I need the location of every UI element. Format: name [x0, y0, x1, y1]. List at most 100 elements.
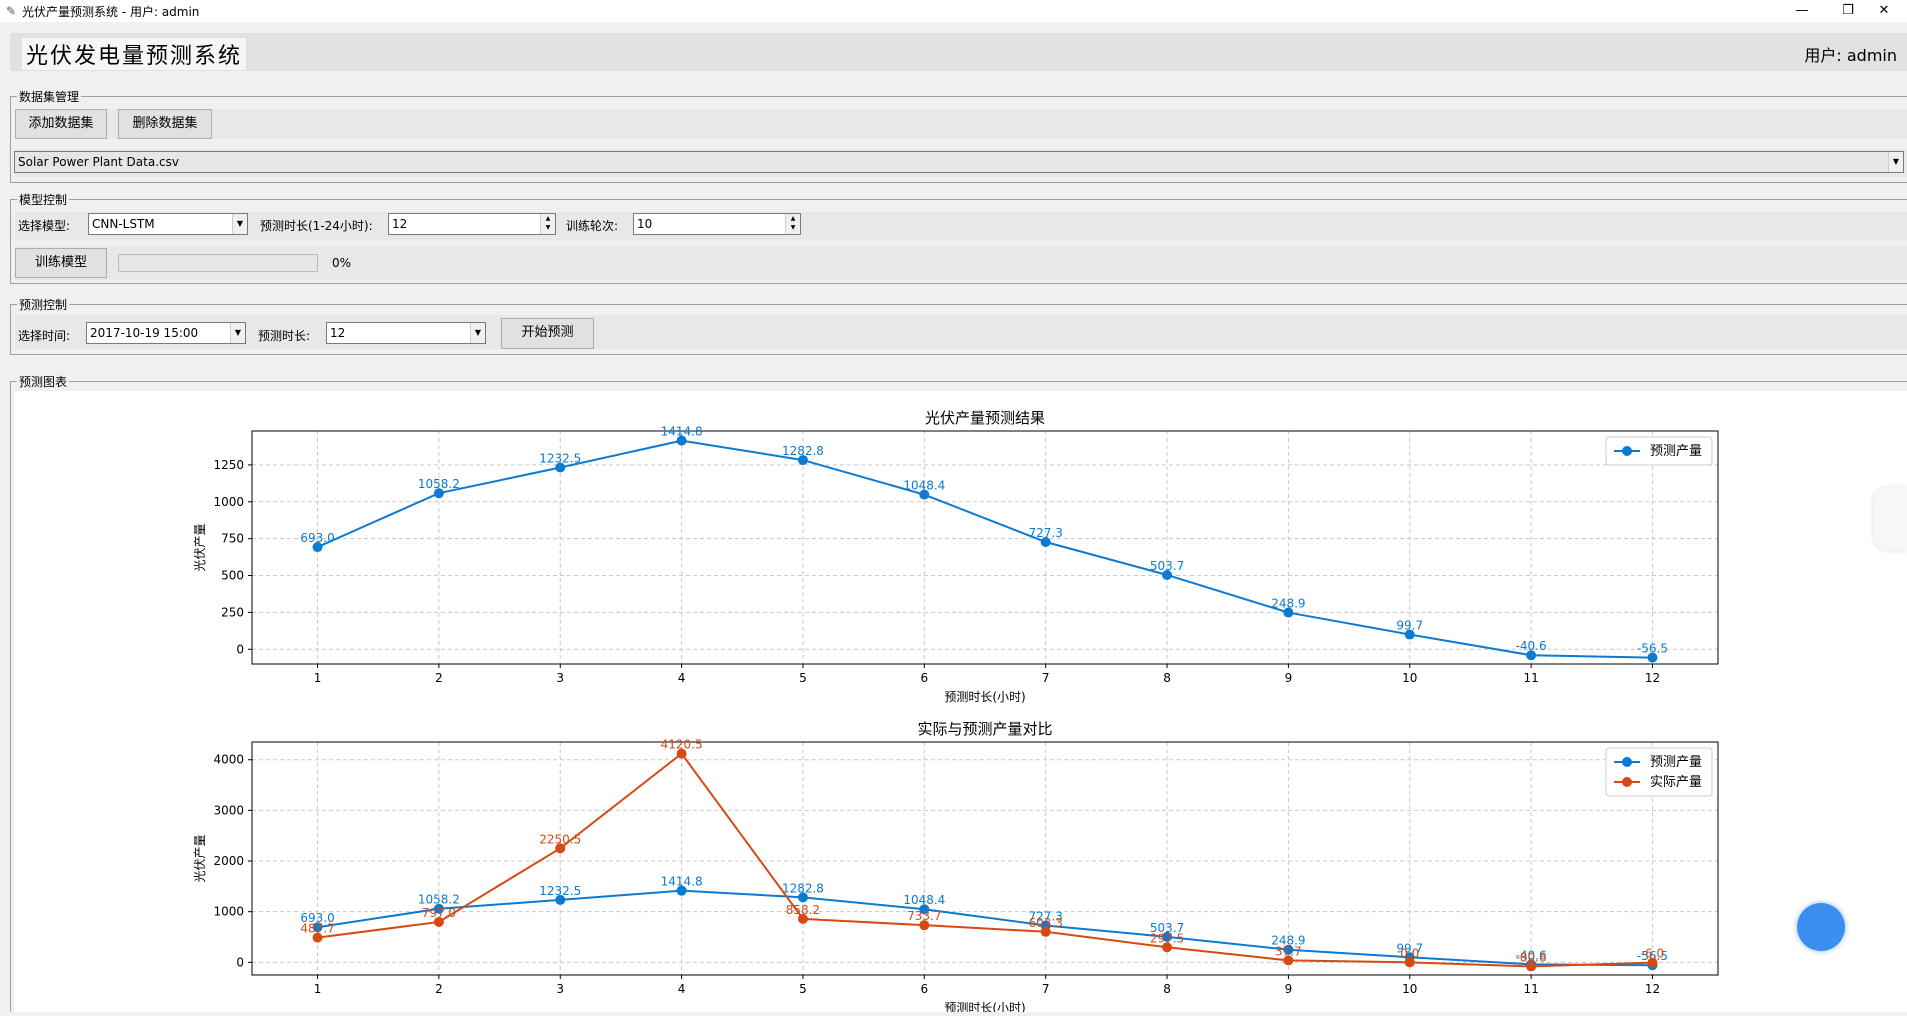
x-tick-label: 10 [1402, 671, 1417, 685]
x-axis-label: 预测时长(小时) [944, 1001, 1025, 1012]
app-header: 光伏发电量预测系统 用户: admin [10, 33, 1907, 71]
minimize-button[interactable]: — [1779, 0, 1825, 22]
data-label: 1414.8 [661, 875, 703, 889]
plot-frame [251, 741, 1719, 976]
x-tick-label: 11 [1523, 671, 1538, 685]
data-label: 503.7 [1150, 559, 1184, 573]
data-label: 297.5 [1150, 931, 1184, 945]
x-tick-label: 10 [1402, 982, 1417, 996]
x-tick-label: 11 [1523, 982, 1538, 996]
chart-title: 光伏产量预测结果 [925, 409, 1045, 427]
data-label: 4120.5 [661, 738, 703, 752]
x-tick-label: 7 [1042, 982, 1050, 996]
model-select[interactable]: CNN-LSTM ▼ [88, 213, 248, 235]
predict-group-label: 预测控制 [17, 296, 70, 313]
app-title: 光伏发电量预测系统 [22, 38, 247, 70]
data-label: -6.0 [1641, 947, 1664, 961]
dataset-group-label: 数据集管理 [17, 88, 82, 105]
x-tick-label: 5 [799, 982, 807, 996]
data-label: 1232.5 [539, 884, 581, 898]
x-tick-label: 9 [1285, 671, 1293, 685]
time-select-value: 2017-10-19 15:00 [90, 326, 199, 340]
data-label: 99.7 [1396, 619, 1423, 633]
charts-svg: 光伏产量预测结果1 2 3 4 5 6 7 8 9 10 11 1202505007501000125… [193, 409, 1719, 1015]
y-axis-label: 光伏产量 [193, 834, 207, 882]
dropdown-arrow-icon[interactable]: ▼ [1888, 152, 1903, 172]
y-tick-label: 3000 [213, 803, 244, 817]
data-label: 1282.8 [782, 444, 824, 458]
chart-canvas: 光伏产量预测结果 1 2 3 4 5 6 7 8 9 10 11 12 0 250 500 750 1000 125… [14, 391, 1907, 1015]
series-line [317, 752, 1653, 968]
plot-frame [251, 430, 1719, 665]
y-tick-label: 750 [221, 532, 244, 546]
epochs-spinbox[interactable]: 10 ▲ ▼ [633, 213, 801, 235]
x-tick-label: 4 [678, 982, 686, 996]
predict-horizon-value: 12 [330, 326, 346, 340]
progress-text: 0% [332, 256, 352, 270]
legend-label: 实际产量 [1650, 775, 1702, 790]
close-button[interactable]: ✕ [1861, 0, 1907, 22]
predict-horizon-label: 预测时长: [258, 329, 311, 343]
x-tick-label: 2 [435, 982, 443, 996]
spin-arrows-icon[interactable]: ▲ ▼ [540, 214, 555, 234]
data-label: 727.3 [1028, 526, 1062, 540]
feather-icon: ✎ [6, 4, 17, 18]
x-tick-label: 2 [435, 671, 443, 685]
dropdown-arrow-icon[interactable]: ▼ [232, 214, 247, 234]
y-tick-label: 1250 [213, 458, 244, 472]
floating-assistant-widget[interactable] [1873, 487, 1907, 551]
data-label: 1058.2 [418, 893, 460, 907]
dropdown-arrow-icon[interactable]: ▼ [230, 323, 245, 343]
data-label: 487.7 [300, 922, 334, 936]
model-group-label: 模型控制 [17, 191, 70, 208]
y-axis-label: 光伏产量 [193, 523, 207, 571]
floating-action-button[interactable] [1797, 903, 1845, 951]
x-tick-label: 8 [1163, 671, 1171, 685]
x-tick-label: 1 [314, 982, 322, 996]
chart-2: 实际与预测产量对比1 2 3 4 5 6 7 8 9 10 11 120100020003000400… [193, 720, 1719, 1015]
legend-label: 预测产量 [1650, 755, 1702, 770]
delete-dataset-button[interactable]: 删除数据集 [118, 109, 212, 139]
spin-arrows-icon[interactable]: ▲ ▼ [785, 214, 800, 234]
select-model-label: 选择模型: [18, 219, 71, 233]
add-dataset-button[interactable]: 添加数据集 [15, 109, 107, 139]
data-label: 603.3 [1028, 916, 1062, 930]
data-label: 1232.5 [539, 451, 581, 465]
dataset-select-value: Solar Power Plant Data.csv [18, 155, 179, 169]
dataset-select[interactable]: Solar Power Plant Data.csv ▼ [14, 151, 1904, 173]
y-tick-label: 2000 [213, 854, 244, 868]
x-tick-label: 8 [1163, 982, 1171, 996]
y-tick-label: 1000 [213, 905, 244, 919]
x-tick-label: 6 [921, 982, 929, 996]
x-tick-label: 12 [1645, 982, 1660, 996]
data-label: 1282.8 [782, 881, 824, 895]
horizon-value: 12 [392, 217, 408, 231]
start-predict-button[interactable]: 开始预测 [501, 318, 594, 349]
data-label: 2250.5 [539, 832, 581, 846]
time-select[interactable]: 2017-10-19 15:00 ▼ [86, 322, 246, 344]
predict-horizon-select[interactable]: 12 ▼ [326, 322, 486, 344]
x-tick-label: 6 [921, 671, 929, 685]
dataset-button-row [15, 109, 1907, 139]
data-label: 1048.4 [903, 893, 945, 907]
x-tick-label: 7 [1042, 671, 1050, 685]
x-axis-label: 预测时长(小时) [944, 690, 1025, 704]
y-tick-label: 250 [221, 605, 244, 619]
dropdown-arrow-icon[interactable]: ▼ [470, 323, 485, 343]
select-time-label: 选择时间: [18, 329, 71, 343]
data-label: 1048.4 [903, 479, 945, 493]
data-label: 858.2 [786, 903, 820, 917]
y-tick-label: 4000 [213, 753, 244, 767]
horizon-spinbox[interactable]: 12 ▲ ▼ [388, 213, 556, 235]
model-select-value: CNN-LSTM [92, 217, 155, 231]
data-label: 1058.2 [418, 477, 460, 491]
window-title: 光伏产量预测系统 - 用户: admin [22, 5, 200, 19]
data-label: 733.7 [907, 909, 941, 923]
x-tick-label: 3 [556, 982, 564, 996]
y-tick-label: 1000 [213, 495, 244, 509]
user-label: 用户: admin [1804, 46, 1897, 65]
data-label: 248.9 [1271, 597, 1305, 611]
data-label: 693.0 [300, 531, 334, 545]
series-line [317, 439, 1653, 659]
train-model-button[interactable]: 训练模型 [15, 248, 107, 278]
